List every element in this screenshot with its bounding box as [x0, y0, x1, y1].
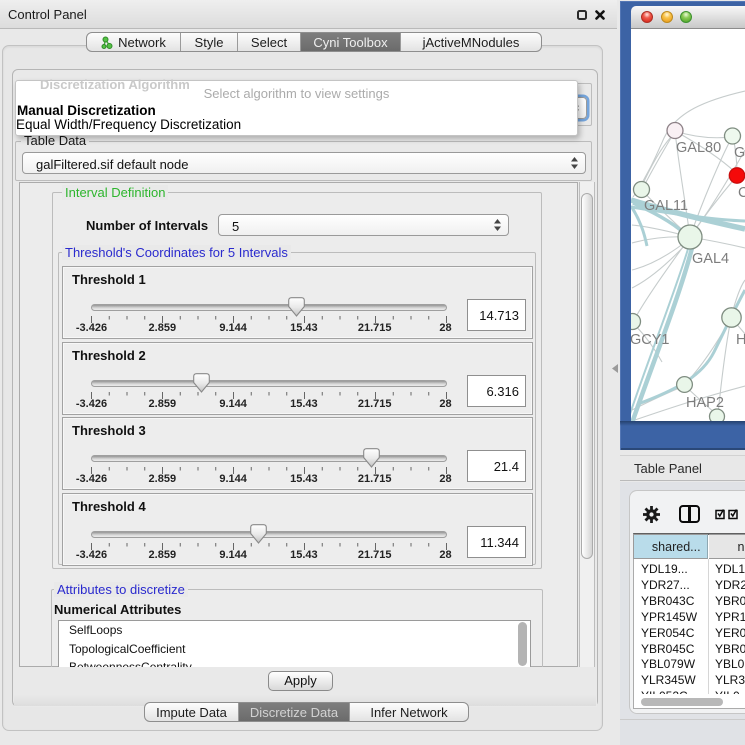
- svg-text:HAP2: HAP2: [686, 395, 724, 411]
- svg-text:GAL80: GAL80: [676, 140, 721, 156]
- svg-text:HIS: HIS: [736, 332, 745, 348]
- svg-text:GAL11: GAL11: [644, 198, 688, 214]
- svg-text:GA: GA: [734, 145, 745, 161]
- svg-text:GCY1: GCY1: [631, 332, 670, 348]
- svg-text:GAL4: GAL4: [692, 251, 729, 267]
- svg-text:CD: CD: [738, 185, 745, 201]
